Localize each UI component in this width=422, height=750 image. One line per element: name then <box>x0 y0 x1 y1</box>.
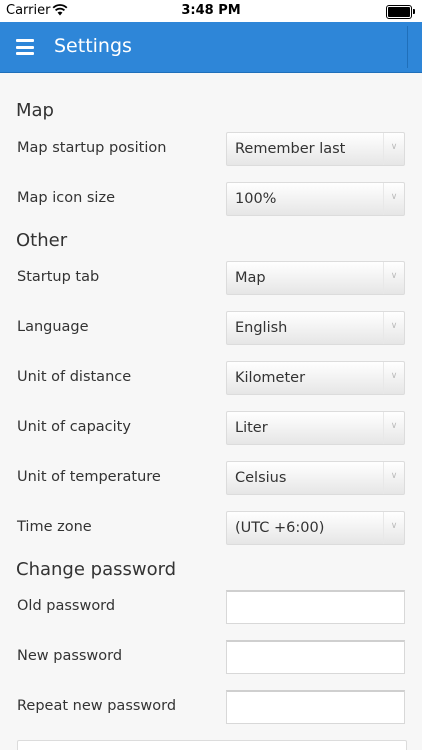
section-title-map: Map <box>16 100 54 121</box>
time-zone-value: (UTC +6:00) <box>235 520 325 536</box>
repeat-new-password-label: Repeat new password <box>17 698 177 714</box>
chevron-down-icon: ∨ <box>383 512 404 544</box>
chevron-down-icon: ∨ <box>383 133 404 165</box>
unit-of-capacity-value: Liter <box>235 420 268 436</box>
partially-visible-field[interactable] <box>17 740 407 750</box>
chevron-down-icon: ∨ <box>383 462 404 494</box>
unit-of-distance-value: Kilometer <box>235 370 306 386</box>
unit-of-temperature-select[interactable]: Celsius ∨ <box>226 461 405 495</box>
status-bar: Carrier 3:48 PM <box>0 0 422 22</box>
chevron-down-icon: ∨ <box>383 362 404 394</box>
section-title-other: Other <box>16 230 68 251</box>
unit-of-temperature-value: Celsius <box>235 470 287 486</box>
map-startup-position-select[interactable]: Remember last ∨ <box>226 132 405 166</box>
chevron-down-icon: ∨ <box>383 183 404 215</box>
startup-tab-select[interactable]: Map ∨ <box>226 261 405 295</box>
app-bar: Settings <box>0 22 422 73</box>
chevron-down-icon: ∨ <box>383 262 404 294</box>
section-title-change-password: Change password <box>16 559 177 580</box>
repeat-new-password-input[interactable] <box>226 690 405 724</box>
hamburger-menu-icon[interactable] <box>16 39 34 55</box>
time-zone-select[interactable]: (UTC +6:00) ∨ <box>226 511 405 545</box>
chevron-down-icon: ∨ <box>383 312 404 344</box>
settings-content[interactable]: Map Map startup position Remember last ∨… <box>0 73 422 750</box>
page-title: Settings <box>54 35 132 57</box>
map-startup-position-label: Map startup position <box>17 140 167 156</box>
language-value: English <box>235 320 288 336</box>
status-time: 3:48 PM <box>181 3 241 18</box>
time-zone-label: Time zone <box>17 519 92 535</box>
new-password-label: New password <box>17 648 123 664</box>
language-select[interactable]: English ∨ <box>226 311 405 345</box>
map-icon-size-label: Map icon size <box>17 190 115 206</box>
app-bar-divider <box>407 26 408 68</box>
map-icon-size-value: 100% <box>235 191 277 207</box>
startup-tab-label: Startup tab <box>17 269 100 285</box>
unit-of-distance-label: Unit of distance <box>17 369 132 385</box>
battery-icon <box>386 5 415 19</box>
new-password-input[interactable] <box>226 640 405 674</box>
unit-of-temperature-label: Unit of temperature <box>17 469 161 485</box>
unit-of-capacity-select[interactable]: Liter ∨ <box>226 411 405 445</box>
map-icon-size-select[interactable]: 100% ∨ <box>226 182 405 216</box>
old-password-label: Old password <box>17 598 116 614</box>
map-startup-position-value: Remember last <box>235 141 346 157</box>
old-password-input[interactable] <box>226 590 405 624</box>
unit-of-distance-select[interactable]: Kilometer ∨ <box>226 361 405 395</box>
startup-tab-value: Map <box>235 270 266 286</box>
language-label: Language <box>17 319 89 335</box>
chevron-down-icon: ∨ <box>383 412 404 444</box>
unit-of-capacity-label: Unit of capacity <box>17 419 131 435</box>
